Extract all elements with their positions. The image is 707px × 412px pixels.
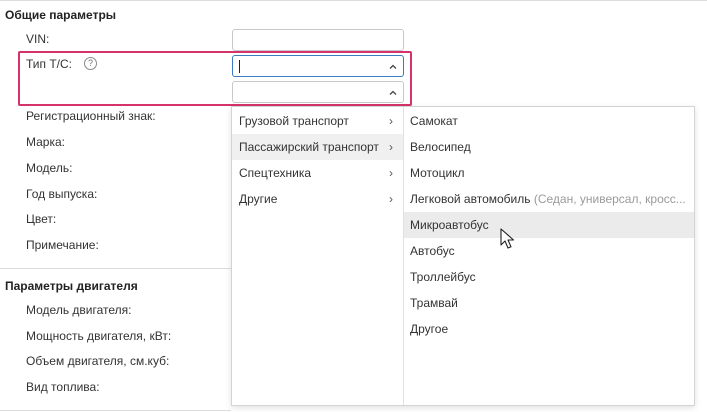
vin-input[interactable] [232,29,404,51]
general-section-title: Общие параметры [5,8,117,22]
option-item-hovered[interactable]: Микроавтобус [404,212,694,238]
section-divider [0,268,231,269]
option-item[interactable]: Троллейбус [404,264,694,290]
option-label: Мотоцикл [410,166,465,180]
chevron-up-icon[interactable] [388,88,398,98]
category-label: Спецтехника [239,166,311,180]
chevron-right-icon: › [389,166,393,180]
top-divider [0,0,707,1]
chevron-right-icon: › [389,114,393,128]
option-label: Самокат [410,114,458,128]
option-item[interactable]: Трамвай [404,290,694,316]
vehicle-subtype-select[interactable] [232,81,404,103]
category-label: Грузовой транспорт [239,114,349,128]
chevron-right-icon: › [389,140,393,154]
chevron-up-icon[interactable] [388,62,398,72]
engine-section-title: Параметры двигателя [5,279,138,293]
category-item-cargo[interactable]: Грузовой транспорт › [232,108,403,134]
option-label: Автобус [410,244,455,258]
option-item[interactable]: Самокат [404,108,694,134]
vin-label: VIN: [26,32,50,46]
category-label: Пассажирский транспорт [239,140,379,154]
option-label: Легковой автомобиль [410,192,531,206]
category-item-other[interactable]: Другие › [232,186,403,212]
option-item[interactable]: Велосипед [404,134,694,160]
bottom-divider [0,410,231,411]
text-caret [239,60,240,73]
option-item[interactable]: Мотоцикл [404,160,694,186]
fuel-type-label: Вид топлива: [26,380,100,394]
option-item[interactable]: Автобус [404,238,694,264]
year-label: Год выпуска: [26,187,98,201]
option-label: Другое [410,322,449,336]
option-item[interactable]: Легковой автомобиль (Седан, универсал, к… [404,186,694,212]
option-label: Микроавтобус [410,218,489,232]
option-label: Троллейбус [410,270,476,284]
registration-label: Регистрационный знак: [26,109,156,123]
mouse-pointer-icon [500,228,515,249]
category-item-passenger[interactable]: Пассажирский транспорт › [232,134,403,160]
engine-model-label: Модель двигателя: [26,303,132,317]
model-label: Модель: [26,161,73,175]
vehicle-type-select[interactable] [232,55,404,77]
option-item[interactable]: Другое [404,316,694,342]
engine-volume-label: Объем двигателя, см.куб: [26,354,170,368]
chevron-right-icon: › [389,192,393,206]
option-hint: (Седан, универсал, кросс... [530,192,686,206]
engine-power-label: Мощность двигателя, кВт: [26,329,172,343]
brand-label: Марка: [26,135,65,149]
option-label: Трамвай [410,296,458,310]
option-label: Велосипед [410,140,471,154]
category-label: Другие [239,192,278,206]
category-item-special[interactable]: Спецтехника › [232,160,403,186]
note-label: Примечание: [26,238,99,252]
vehicle-type-dropdown: Грузовой транспорт › Пассажирский трансп… [231,106,695,406]
color-label: Цвет: [26,212,57,226]
